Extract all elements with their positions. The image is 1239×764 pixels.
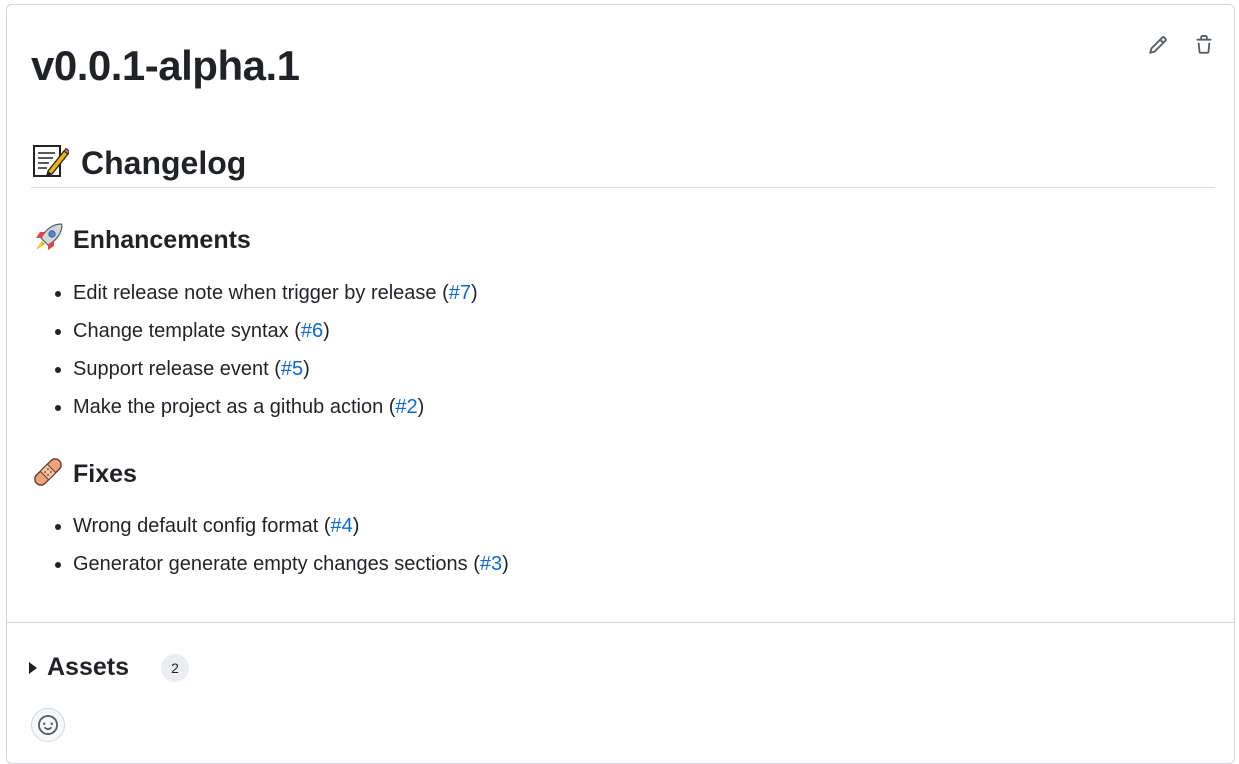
section-divider <box>7 622 1234 623</box>
enhancements-heading-text: Enhancements <box>73 226 251 254</box>
issue-link[interactable]: #7 <box>449 282 471 304</box>
fixes-heading-text: Fixes <box>73 460 137 488</box>
list-item: Edit release note when trigger by releas… <box>73 274 478 312</box>
fixes-list: Wrong default config format (#4) Generat… <box>49 507 509 583</box>
enhancements-list: Edit release note when trigger by releas… <box>49 274 478 426</box>
bandage-icon <box>31 455 65 494</box>
release-card: v0.0.1-alpha.1 Changelog Enhancements • … <box>6 4 1235 764</box>
list-item: Support release event (#5) <box>73 350 478 388</box>
caret-right-icon <box>29 661 37 674</box>
assets-toggle[interactable]: Assets 2 <box>29 653 189 682</box>
list-item: Make the project as a github action (#2) <box>73 388 478 426</box>
issue-link[interactable]: #2 <box>395 396 417 418</box>
trash-icon <box>1196 35 1212 54</box>
memo-icon <box>31 142 71 185</box>
issue-link[interactable]: #3 <box>480 553 502 575</box>
assets-count-badge: 2 <box>161 653 189 682</box>
pencil-icon <box>1149 36 1167 54</box>
assets-label: Assets <box>47 653 129 681</box>
edit-release-button[interactable] <box>1146 33 1170 57</box>
changelog-heading-text: Changelog <box>81 144 247 181</box>
rocket-icon <box>31 221 65 260</box>
release-title: v0.0.1-alpha.1 <box>31 42 300 89</box>
issue-link[interactable]: #6 <box>301 320 323 342</box>
issue-link[interactable]: #4 <box>331 515 353 537</box>
issue-link[interactable]: #5 <box>281 358 303 380</box>
release-actions <box>1146 33 1216 57</box>
changelog-heading: Changelog <box>31 139 1215 188</box>
list-item: Change template syntax (#6) <box>73 312 478 350</box>
fixes-heading: Fixes <box>31 455 137 494</box>
add-reaction-button[interactable] <box>31 708 65 742</box>
enhancements-heading: Enhancements <box>31 221 251 260</box>
list-item: Wrong default config format (#4) <box>73 507 509 545</box>
smiley-icon <box>38 715 58 735</box>
delete-release-button[interactable] <box>1192 33 1216 57</box>
list-item: Generator generate empty changes section… <box>73 545 509 583</box>
